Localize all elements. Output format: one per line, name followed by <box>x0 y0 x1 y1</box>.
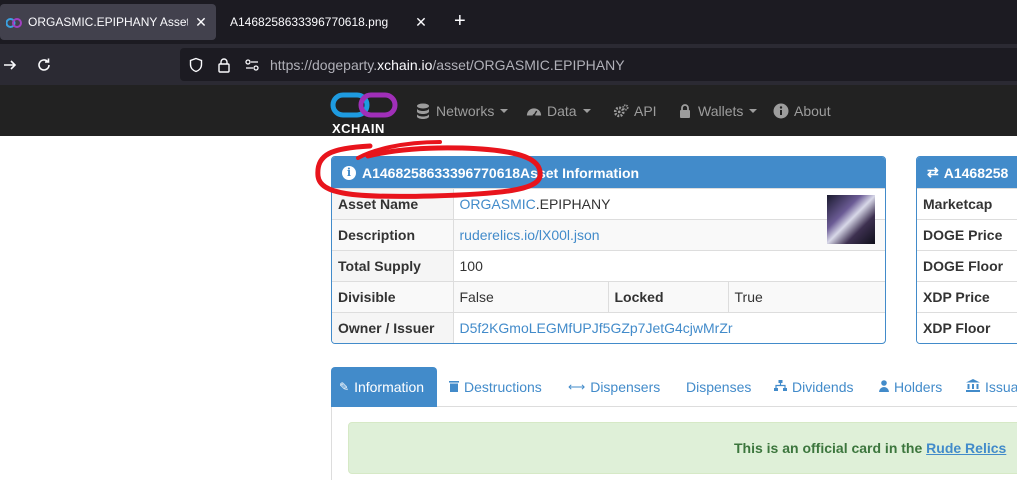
divisible-value: False <box>452 281 608 313</box>
chevron-down-icon <box>749 109 758 113</box>
owner-label: Owner / Issuer <box>332 312 453 343</box>
browser-nav-bar: https://dogeparty.xchain.io/asset/ORGASM… <box>0 44 1017 85</box>
table-row: Marketcap <box>917 188 1017 220</box>
file-icon: ✎ <box>339 380 350 394</box>
lock-icon[interactable] <box>214 55 234 75</box>
menu-networks[interactable]: Networks <box>415 101 509 121</box>
description-value: ruderelics.io/lX00l.json <box>452 219 885 251</box>
locked-value: True <box>727 281 885 313</box>
close-tab-icon[interactable]: ✕ <box>414 14 428 31</box>
url-text[interactable]: https://dogeparty.xchain.io/asset/ORGASM… <box>270 57 625 73</box>
chevron-down-icon <box>500 109 509 113</box>
table-row: XDP Floor <box>917 312 1017 343</box>
sitemap-icon <box>774 379 787 395</box>
total-supply-label: Total Supply <box>332 250 453 282</box>
permissions-icon[interactable] <box>242 55 262 75</box>
alert-text: This is an official card in the Rude Rel… <box>734 440 1007 456</box>
asset-name-value: ORGASMIC.EPIPHANY <box>452 188 885 220</box>
table-row: XDP Price <box>917 281 1017 313</box>
table-row: Divisible False Locked True <box>332 281 885 313</box>
browser-tab-active[interactable]: ORGASMIC.EPIPHANY Asset Inf ✕ <box>0 4 216 40</box>
total-supply-value: 100 <box>452 250 885 282</box>
market-info-panel: ⇄ A1468258 Marketcap DOGE Price DOGE Flo… <box>916 156 1017 344</box>
browser-tab-title: ORGASMIC.EPIPHANY Asset Inf <box>28 15 188 29</box>
table-row: DOGE Price <box>917 219 1017 251</box>
owner-address-link[interactable]: D5f2KGmoLEGMfUPJf5GZp7JetG4cjwMrZr <box>460 320 733 336</box>
logo-wordmark: XCHAIN <box>332 121 385 136</box>
url-bar[interactable]: https://dogeparty.xchain.io/asset/ORGASM… <box>180 48 1017 81</box>
tab-dividends[interactable]: Dividends <box>766 367 861 407</box>
tab-destructions[interactable]: Destructions <box>441 367 550 407</box>
info-icon: i <box>342 165 356 180</box>
table-row: Description ruderelics.io/lX00l.json <box>332 219 885 251</box>
site-header: XCHAIN Networks Data API Wallets About <box>0 85 1017 136</box>
chevron-down-icon <box>582 109 591 113</box>
menu-about[interactable]: About <box>773 101 831 121</box>
owner-value: D5f2KGmoLEGMfUPJf5GZp7JetG4cjwMrZr <box>452 312 885 343</box>
exchange-icon: ⇄ <box>927 164 939 180</box>
browser-tab-inactive[interactable]: A1468258633396770618.png (PNG Im ✕ <box>220 4 436 40</box>
tab-dispenses[interactable]: Dispenses <box>678 367 759 407</box>
cogs-icon <box>613 103 629 119</box>
xdp-price-label: XDP Price <box>917 281 1017 313</box>
menu-wallets[interactable]: Wallets <box>677 101 758 121</box>
menu-data[interactable]: Data <box>526 101 591 121</box>
tab-dispensers[interactable]: ⟷ Dispensers <box>560 367 668 407</box>
reload-icon[interactable] <box>32 53 56 77</box>
marketcap-label: Marketcap <box>917 188 1017 220</box>
asset-info-title: Asset Information <box>520 164 640 181</box>
xdp-floor-label: XDP Floor <box>917 312 1017 343</box>
rude-relics-link[interactable]: Rude Relics <box>926 440 1006 456</box>
doge-price-label: DOGE Price <box>917 219 1017 251</box>
asset-info-panel: i A1468258633396770618 Asset Information… <box>331 156 886 344</box>
user-icon <box>879 379 889 395</box>
market-info-heading: ⇄ A1468258 <box>917 157 1017 188</box>
browser-tab-title: A1468258633396770618.png (PNG Im <box>230 15 390 29</box>
asset-info-table: Asset Name ORGASMIC.EPIPHANY Description… <box>332 188 885 343</box>
close-tab-icon[interactable]: ✕ <box>194 14 208 31</box>
xchain-logo[interactable]: XCHAIN <box>330 89 398 136</box>
new-tab-button[interactable]: + <box>454 10 466 33</box>
table-row: DOGE Floor <box>917 250 1017 282</box>
asset-id: A1468258633396770618 <box>362 164 521 181</box>
browser-tab-bar: ORGASMIC.EPIPHANY Asset Inf ✕ A146825863… <box>0 0 1017 44</box>
divisible-label: Divisible <box>332 281 453 313</box>
database-icon <box>415 103 431 119</box>
asset-info-heading: i A1468258633396770618 Asset Information <box>332 157 885 188</box>
lock-icon <box>677 103 693 119</box>
shield-icon[interactable] <box>186 55 206 75</box>
tab-holders[interactable]: Holders <box>871 367 950 407</box>
table-row: Owner / Issuer D5f2KGmoLEGMfUPJf5GZp7Jet… <box>332 312 885 343</box>
market-info-table: Marketcap DOGE Price DOGE Floor XDP Pric… <box>917 188 1017 343</box>
official-card-alert: This is an official card in the Rude Rel… <box>348 422 1017 474</box>
exchange-icon: ⟷ <box>568 380 586 394</box>
table-row: Total Supply 100 <box>332 250 885 282</box>
menu-api[interactable]: API <box>613 101 657 121</box>
xchain-logo-icon <box>330 92 398 118</box>
parent-asset-link[interactable]: ORGASMIC <box>460 196 536 212</box>
forward-icon[interactable] <box>0 53 22 77</box>
xchain-favicon-icon <box>5 17 22 28</box>
market-asset-id: A1468258 <box>943 164 1009 181</box>
asset-tabs: ✎ Information Destructions ⟷ Dispensers Di… <box>331 367 1017 407</box>
trash-icon <box>449 380 459 395</box>
description-link[interactable]: ruderelics.io/lX00l.json <box>460 227 600 243</box>
tab-issuances[interactable]: Issua <box>958 367 1017 407</box>
tab-information[interactable]: ✎ Information <box>331 367 437 407</box>
asset-name-label: Asset Name <box>332 188 453 220</box>
dashboard-icon <box>526 103 542 119</box>
doge-floor-label: DOGE Floor <box>917 250 1017 282</box>
locked-label: Locked <box>607 281 728 313</box>
bank-icon <box>966 379 980 395</box>
info-icon <box>773 103 789 119</box>
tab-content: This is an official card in the Rude Rel… <box>331 407 1017 480</box>
table-row: Asset Name ORGASMIC.EPIPHANY <box>332 188 885 220</box>
description-label: Description <box>332 219 453 251</box>
asset-thumbnail-image[interactable] <box>827 195 875 244</box>
